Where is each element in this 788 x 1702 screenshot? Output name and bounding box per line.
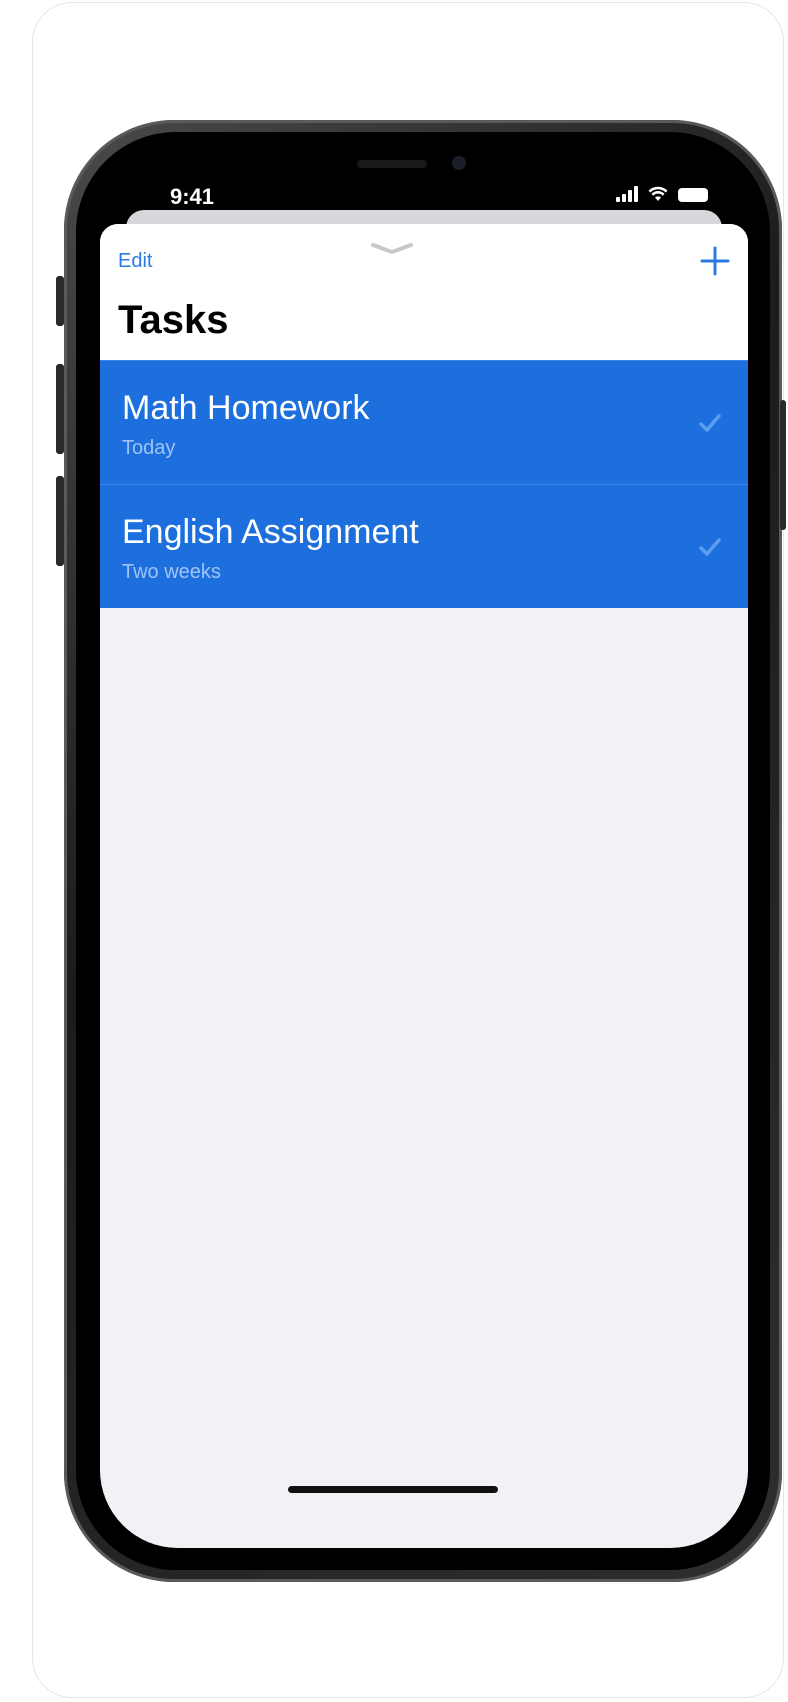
tasks-sheet: Edit Tasks Math Homework Today English A… <box>100 224 748 1548</box>
chevron-down-icon[interactable] <box>370 242 414 256</box>
volume-up-button <box>56 364 64 454</box>
power-button <box>780 400 786 530</box>
task-row-english-assignment[interactable]: English Assignment Two weeks <box>100 484 748 608</box>
task-title: Math Homework <box>122 389 370 427</box>
silent-switch <box>56 276 64 326</box>
wifi-icon <box>648 186 668 201</box>
plus-icon[interactable] <box>700 246 730 276</box>
phone-screen: 9:41 Edit Tasks Math Homework Today Engl… <box>100 140 748 1548</box>
edit-button[interactable]: Edit <box>118 250 152 273</box>
front-camera <box>452 156 466 170</box>
status-icons <box>616 186 708 202</box>
volume-down-button <box>56 476 64 566</box>
checkmark-icon[interactable] <box>694 407 726 439</box>
navigation-bar: Edit Tasks <box>100 224 748 360</box>
home-indicator[interactable] <box>288 1486 498 1493</box>
task-due: Today <box>122 437 176 459</box>
speaker-grille <box>357 160 427 168</box>
page-title: Tasks <box>118 298 229 342</box>
task-row-math-homework[interactable]: Math Homework Today <box>100 360 748 484</box>
battery-icon <box>678 188 708 202</box>
status-time: 9:41 <box>170 184 215 209</box>
checkmark-icon[interactable] <box>694 531 726 563</box>
task-due: Two weeks <box>122 561 221 583</box>
task-title: English Assignment <box>122 513 419 551</box>
signal-icon <box>616 186 638 202</box>
